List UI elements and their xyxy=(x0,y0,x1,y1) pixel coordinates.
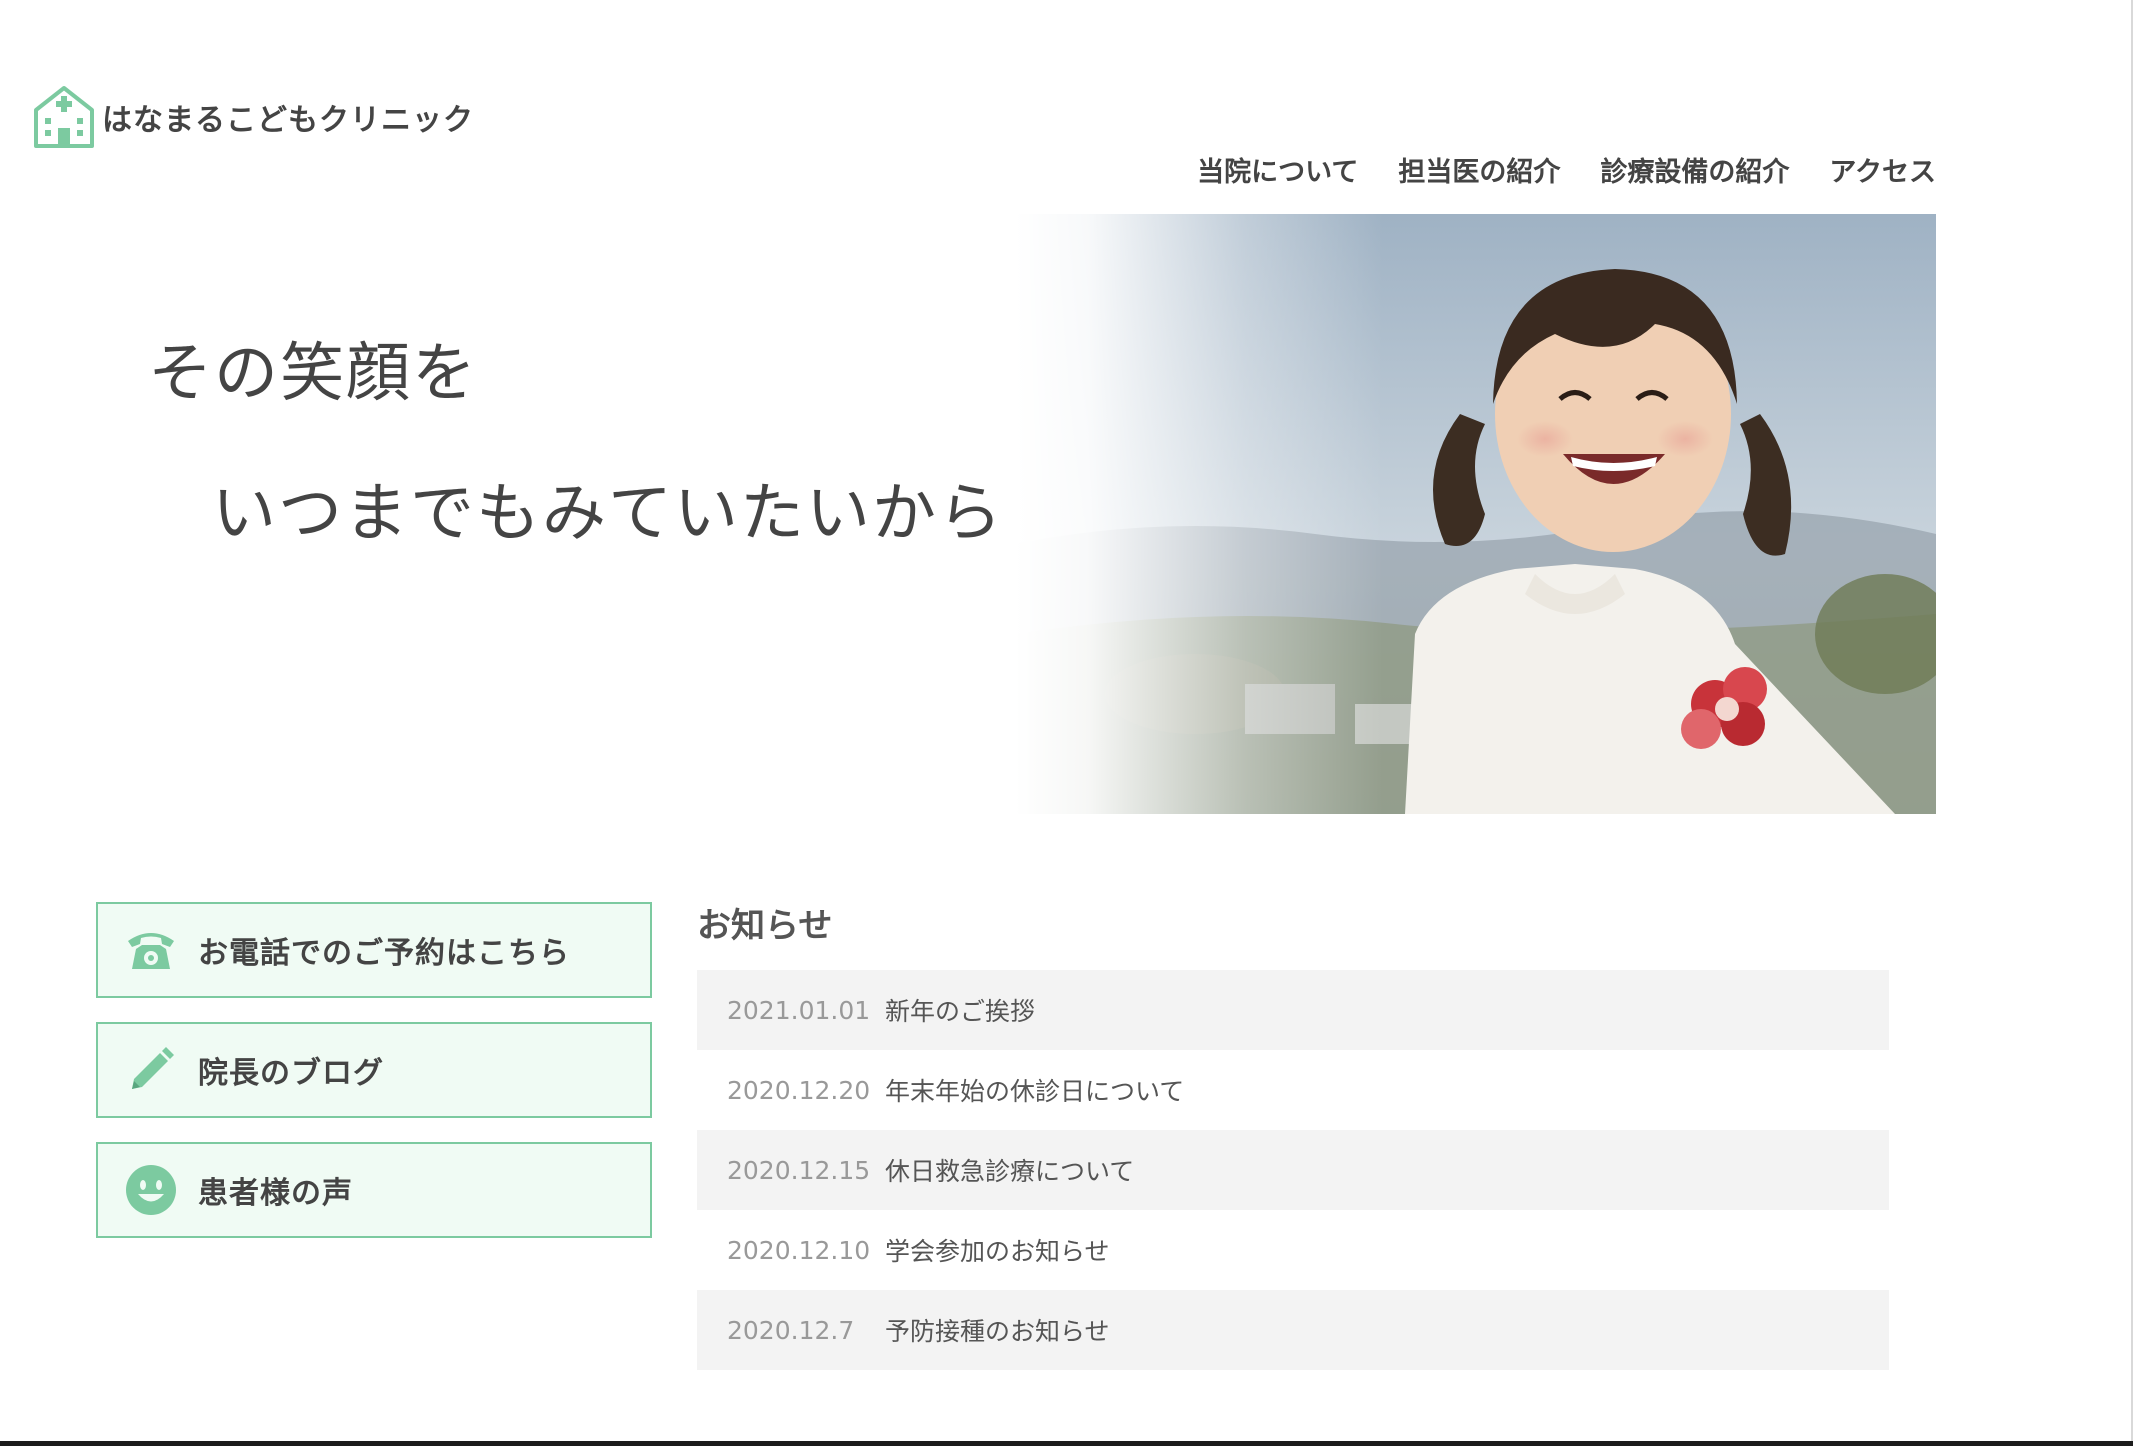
news-text: 学会参加のお知らせ xyxy=(885,1237,1110,1266)
telephone-icon xyxy=(124,923,178,977)
nav-item-doctors[interactable]: 担当医の紹介 xyxy=(1398,150,1560,189)
clinic-house-icon xyxy=(34,86,94,148)
phone-reservation-button[interactable]: お電話でのご予約はこちら xyxy=(96,902,652,998)
news-item[interactable]: 2020.12.20 年末年始の休診日について xyxy=(697,1050,1889,1130)
pencil-icon xyxy=(124,1043,178,1097)
news-date: 2020.12.10 xyxy=(727,1235,871,1265)
nav-item-equipment[interactable]: 診療設備の紹介 xyxy=(1600,150,1789,189)
hero-line-1: その笑顔を xyxy=(148,337,478,411)
hero-copy: その笑顔を いつまでもみていたいから xyxy=(148,322,1004,554)
window-edge-bottom xyxy=(0,1441,2133,1446)
hero-photo xyxy=(1015,214,1936,814)
news-text: 休日救急診療について xyxy=(885,1157,1135,1186)
main-nav: 当院について 担当医の紹介 診療設備の紹介 アクセス xyxy=(1197,150,1936,189)
news-title: お知らせ xyxy=(697,906,833,946)
patient-voices-button[interactable]: 患者様の声 xyxy=(96,1142,652,1238)
hero-line-2: いつまでもみていたいから xyxy=(212,477,1004,551)
news-text: 新年のご挨拶 xyxy=(885,997,1036,1026)
news-item[interactable]: 2021.01.01 新年のご挨拶 xyxy=(697,970,1889,1050)
news-list: 2021.01.01 新年のご挨拶 2020.12.20 年末年始の休診日につい… xyxy=(697,970,1889,1370)
news-date: 2021.01.01 xyxy=(727,995,871,1025)
nav-item-access[interactable]: アクセス xyxy=(1829,150,1936,189)
news-text: 年末年始の休診日について xyxy=(885,1077,1185,1106)
news-text: 予防接種のお知らせ xyxy=(885,1317,1110,1346)
news-date: 2020.12.7 xyxy=(727,1315,855,1345)
director-blog-button[interactable]: 院長のブログ xyxy=(96,1022,652,1118)
news-item[interactable]: 2020.12.7 予防接種のお知らせ xyxy=(697,1290,1889,1370)
nav-item-about[interactable]: 当院について xyxy=(1197,150,1358,189)
news-date: 2020.12.15 xyxy=(727,1155,871,1185)
news-item[interactable]: 2020.12.15 休日救急診療について xyxy=(697,1130,1889,1210)
site-logo[interactable]: はなまるこどもクリニック xyxy=(32,84,474,150)
patient-voices-label: 患者様の声 xyxy=(198,1176,353,1211)
news-item[interactable]: 2020.12.10 学会参加のお知らせ xyxy=(697,1210,1889,1290)
news-date: 2020.12.20 xyxy=(727,1075,871,1105)
site-name: はなまるこどもクリニック xyxy=(102,103,474,138)
director-blog-label: 院長のブログ xyxy=(198,1056,384,1091)
phone-reservation-label: お電話でのご予約はこちら xyxy=(198,936,570,971)
smiley-icon xyxy=(124,1163,178,1217)
